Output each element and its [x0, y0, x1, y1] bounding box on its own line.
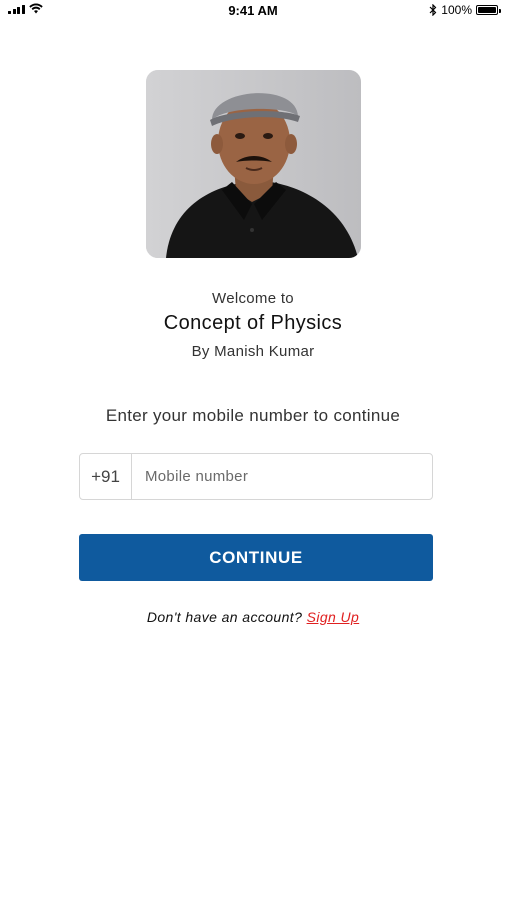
- app-title: Concept of Physics: [163, 312, 343, 334]
- author-byline: By Manish Kumar: [191, 343, 315, 360]
- no-account-text: Don't have an account?: [146, 609, 303, 625]
- status-bar: 9:41 AM 100%: [0, 0, 506, 22]
- signup-prompt: Don't have an account? Sign Up: [0, 609, 506, 625]
- country-code-selector[interactable]: +91: [80, 454, 132, 499]
- continue-button[interactable]: CONTINUE: [79, 534, 433, 581]
- mobile-prompt: Enter your mobile number to continue: [105, 406, 401, 425]
- battery-percent: 100%: [441, 3, 472, 17]
- instructor-photo-illustration: [146, 70, 361, 258]
- mobile-number-input[interactable]: [132, 454, 432, 499]
- instructor-photo: [146, 70, 361, 258]
- welcome-greeting: Welcome to: [212, 290, 294, 307]
- phone-input-group: +91: [79, 453, 433, 500]
- sign-up-link[interactable]: Sign Up: [307, 609, 360, 625]
- status-right-group: 100%: [429, 3, 501, 17]
- battery-icon: [476, 5, 501, 15]
- bluetooth-icon: [429, 4, 437, 16]
